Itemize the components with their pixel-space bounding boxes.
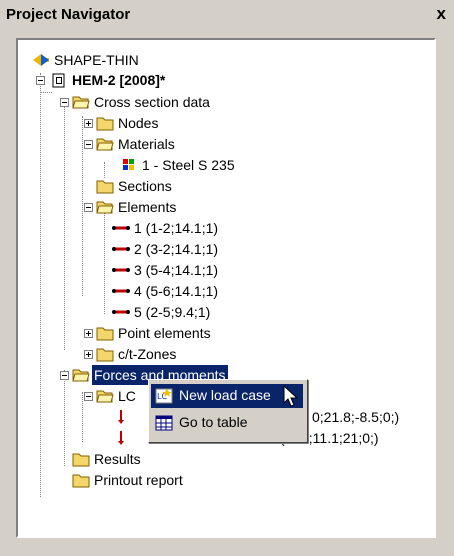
tree-label: Materials bbox=[118, 136, 175, 152]
material-icon bbox=[123, 159, 134, 170]
open-folder-icon bbox=[96, 201, 114, 214]
mouse-pointer-icon bbox=[283, 385, 299, 407]
open-folder-icon bbox=[96, 390, 114, 403]
tree-label: Printout report bbox=[94, 472, 183, 488]
menu-item-label: Go to table bbox=[179, 414, 248, 430]
folder-icon bbox=[96, 180, 114, 194]
load-arrow-icon bbox=[118, 431, 124, 445]
collapse-toggle[interactable] bbox=[84, 203, 93, 212]
tree-label: LC bbox=[118, 388, 136, 404]
tree-view[interactable]: SHAPE-THIN HEM-2 [2008]* Cross section d… bbox=[16, 38, 436, 538]
load-arrow-icon bbox=[118, 410, 124, 424]
folder-icon bbox=[72, 474, 90, 488]
menu-item-go-to-table[interactable]: Go to table bbox=[151, 411, 303, 435]
tree-label: Nodes bbox=[118, 115, 159, 131]
folder-icon bbox=[96, 327, 114, 341]
new-load-case-icon: LC bbox=[155, 388, 173, 404]
tree-label: 1 (1-2;14.1;1) bbox=[134, 220, 219, 236]
close-icon[interactable]: x bbox=[437, 4, 446, 24]
menu-item-new-load-case[interactable]: LC New load case bbox=[151, 384, 303, 408]
open-folder-icon bbox=[96, 138, 114, 151]
folder-icon bbox=[72, 453, 90, 467]
element-line-icon bbox=[112, 268, 130, 272]
tree-label: 1 - Steel S 235 bbox=[142, 157, 235, 173]
tree-label: 0;21.8;-8.5;0;) bbox=[312, 409, 400, 425]
tree-label: Point elements bbox=[118, 325, 211, 341]
table-icon bbox=[155, 415, 173, 431]
expand-toggle[interactable] bbox=[84, 329, 93, 338]
element-line-icon bbox=[112, 289, 130, 293]
collapse-toggle[interactable] bbox=[60, 371, 69, 380]
expand-toggle[interactable] bbox=[84, 119, 93, 128]
tree-label: c/t-Zones bbox=[118, 346, 177, 362]
tree-label: SHAPE-THIN bbox=[54, 52, 139, 68]
collapse-toggle[interactable] bbox=[84, 392, 93, 401]
collapse-toggle[interactable] bbox=[84, 140, 93, 149]
window-title: Project Navigator bbox=[6, 6, 131, 23]
shape-thin-icon bbox=[33, 54, 49, 66]
element-line-icon bbox=[112, 310, 130, 314]
folder-icon bbox=[96, 348, 114, 362]
tree-label: 3 (5-4;14.1;1) bbox=[134, 262, 219, 278]
open-folder-icon bbox=[72, 369, 90, 382]
collapse-toggle[interactable] bbox=[36, 76, 45, 85]
tree-label: Results bbox=[94, 451, 141, 467]
open-folder-icon bbox=[72, 96, 90, 109]
element-line-icon bbox=[112, 226, 130, 230]
tree-label: Elements bbox=[118, 199, 177, 215]
collapse-toggle[interactable] bbox=[60, 98, 69, 107]
tree-label: HEM-2 [2008]* bbox=[72, 72, 166, 88]
title-bar: Project Navigator x bbox=[0, 0, 454, 32]
menu-item-label: New load case bbox=[179, 387, 271, 403]
tree-label: Sections bbox=[118, 178, 172, 194]
tree-label: Cross section data bbox=[94, 94, 210, 110]
expand-toggle[interactable] bbox=[84, 350, 93, 359]
element-line-icon bbox=[112, 247, 130, 251]
tree-label: 5 (2-5;9.4;1) bbox=[134, 304, 211, 320]
tree-label: 2 (3-2;14.1;1) bbox=[134, 241, 219, 257]
folder-icon bbox=[96, 117, 114, 131]
tree-label: 4 (5-6;14.1;1) bbox=[134, 283, 219, 299]
document-icon bbox=[52, 73, 65, 88]
